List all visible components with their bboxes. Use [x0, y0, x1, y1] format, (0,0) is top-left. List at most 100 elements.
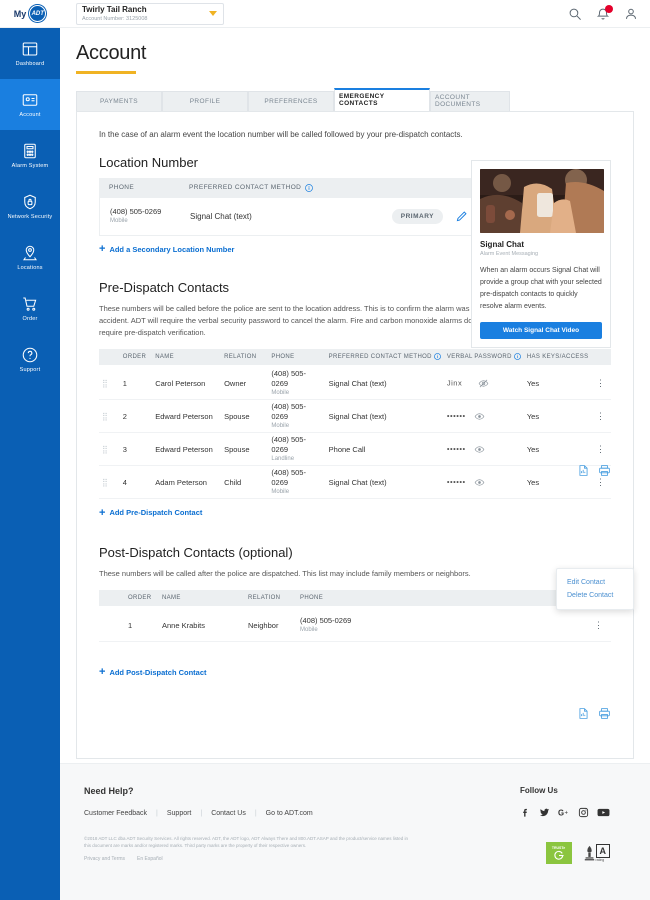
add-pre-dispatch-contact-link[interactable]: + Add Pre-Dispatch Contact: [99, 507, 611, 518]
search-icon[interactable]: [568, 7, 582, 21]
th-relation: RELATION: [221, 348, 269, 367]
page-header: Account: [60, 28, 650, 74]
user-icon[interactable]: [624, 7, 638, 21]
print-icon[interactable]: [598, 464, 611, 477]
bell-icon[interactable]: [596, 5, 613, 21]
export-document-icon[interactable]: [577, 707, 590, 720]
privacy-and-terms-link[interactable]: Privacy and Terms: [84, 856, 125, 862]
drag-handle-icon[interactable]: ⣿: [102, 478, 108, 487]
bbb-torch-icon: [584, 845, 594, 861]
en-espanol-link[interactable]: En Español: [137, 856, 163, 862]
row-menu-icon[interactable]: ⋮: [596, 477, 605, 487]
twitter-icon[interactable]: [539, 807, 550, 821]
divider: |: [200, 810, 203, 817]
pre-dispatch-table-body: ⣿ 1 Carol Peterson Owner (408) 505-0269 …: [99, 364, 611, 499]
row-menu-icon[interactable]: ⋮: [596, 378, 605, 388]
sidebar-item-support[interactable]: Support: [0, 334, 60, 385]
instagram-icon[interactable]: [578, 807, 589, 821]
eye-icon[interactable]: [474, 411, 485, 422]
cart-icon: [21, 295, 39, 313]
cell-relation: Spouse: [221, 399, 269, 433]
bbb-badge[interactable]: A rating: [584, 844, 610, 862]
cell-order: 4: [119, 465, 153, 499]
facebook-icon[interactable]: [520, 807, 531, 821]
follow-us-heading: Follow Us: [520, 786, 558, 795]
export-document-icon[interactable]: [577, 464, 590, 477]
delete-contact-menu-item[interactable]: Delete Contact: [557, 589, 633, 602]
trust-badges: TRUSTe A rating: [545, 842, 610, 864]
question-icon: [21, 346, 39, 364]
sidebar-item-locations[interactable]: Locations: [0, 232, 60, 283]
cell-name: Edward Peterson: [152, 399, 222, 433]
truste-badge[interactable]: TRUSTe: [545, 842, 572, 864]
account-selector[interactable]: Twirly Tail Ranch Account Number: 312500…: [76, 2, 224, 25]
cell-name: Carol Peterson: [152, 364, 222, 400]
location-phone: (408) 505-0269: [110, 206, 162, 216]
drag-handle-icon[interactable]: ⣿: [102, 445, 108, 454]
tab-preferences[interactable]: PREFERENCES: [248, 90, 334, 111]
info-icon-method[interactable]: [433, 353, 441, 360]
info-icon-password[interactable]: [513, 353, 521, 360]
notification-badge: [605, 5, 613, 13]
youtube-icon[interactable]: [597, 807, 610, 821]
row-menu-icon[interactable]: ⋮: [594, 620, 603, 630]
sidebar-item-order[interactable]: Order: [0, 283, 60, 334]
table-header-row: ORDER NAME RELATION PHONE PREFERRED CONT…: [99, 348, 611, 367]
divider: |: [254, 810, 257, 817]
sidebar-item-account[interactable]: Account: [0, 79, 60, 130]
eye-icon[interactable]: [474, 444, 485, 455]
cell-method: Signal Chat (text): [325, 399, 444, 433]
tab-payments[interactable]: PAYMENTS: [76, 90, 162, 111]
row-menu-icon[interactable]: ⋮: [596, 444, 605, 454]
legal-text: ©2018 ADT LLC dba ADT Security Services.…: [84, 836, 408, 848]
map-pin-icon: [21, 244, 39, 262]
cell-name: Edward Peterson: [152, 432, 222, 466]
sidebar-item-dashboard[interactable]: Dashboard: [0, 28, 60, 79]
th-relation: RELATION: [245, 590, 297, 608]
table-row: ⣿ 1 Carol Peterson Owner (408) 505-0269 …: [99, 364, 611, 400]
drag-handle-icon[interactable]: ⣿: [102, 379, 108, 388]
eye-slash-icon[interactable]: [478, 378, 489, 389]
edit-contact-menu-item[interactable]: Edit Contact: [557, 576, 633, 589]
google-plus-icon[interactable]: G +: [558, 807, 570, 821]
cell-phone-type: Mobile: [300, 626, 318, 633]
location-phone-cell: (408) 505-0269 Mobile: [110, 207, 190, 226]
cell-phone-type: Landline: [271, 455, 295, 462]
drag-handle-icon[interactable]: ⣿: [102, 412, 108, 421]
tab-profile[interactable]: PROFILE: [162, 90, 248, 111]
sidebar-item-alarm-system[interactable]: Alarm System: [0, 130, 60, 181]
print-icon[interactable]: [598, 707, 611, 720]
footer-link-go-to-adt[interactable]: Go to ADT.com: [266, 810, 313, 817]
chevron-down-icon[interactable]: [209, 10, 217, 16]
post-dispatch-section: Post-Dispatch Contacts (optional) These …: [99, 545, 611, 719]
adt-logo[interactable]: My ADT: [0, 0, 60, 28]
pre-dispatch-table: ORDER NAME RELATION PHONE PREFERRED CONT…: [99, 348, 611, 499]
post-dispatch-table: ORDER NAME RELATION PHONE 1 Anne Krabits…: [99, 590, 611, 642]
cell-order: 1: [119, 364, 153, 400]
post-dispatch-title: Post-Dispatch Contacts (optional): [99, 545, 293, 560]
cell-password: Jinx: [446, 378, 463, 388]
svg-text:G: G: [558, 809, 564, 818]
th-order: ORDER: [125, 590, 159, 608]
bbb-rating-label: rating: [595, 858, 605, 862]
tab-account-documents[interactable]: ACCOUNT DOCUMENTS: [430, 90, 510, 111]
cell-password: ••••••: [446, 443, 466, 453]
row-menu-icon[interactable]: ⋮: [596, 411, 605, 421]
footer-link-contact-us[interactable]: Contact Us: [211, 810, 246, 817]
footer-link-support[interactable]: Support: [167, 810, 192, 817]
watch-signal-chat-video-button[interactable]: Watch Signal Chat Video: [480, 321, 602, 339]
add-secondary-location-number-link[interactable]: + Add a Secondary Location Number: [99, 244, 479, 255]
th-phone: PHONE: [297, 590, 591, 608]
cell-method: Signal Chat (text): [325, 465, 444, 499]
cell-phone-type: Mobile: [271, 390, 290, 397]
sidebar-item-network-security[interactable]: Network Security: [0, 181, 60, 232]
eye-icon[interactable]: [474, 477, 485, 488]
footer-link-customer-feedback[interactable]: Customer Feedback: [84, 810, 147, 817]
top-bar-actions: [568, 0, 638, 28]
signal-chat-body: When an alarm occurs Signal Chat will pr…: [480, 266, 602, 310]
edit-pencil-icon[interactable]: [455, 210, 468, 223]
info-icon[interactable]: [305, 183, 314, 192]
tab-emergency-contacts[interactable]: EMERGENCY CONTACTS: [334, 87, 430, 111]
th-name: NAME: [159, 590, 245, 608]
add-post-dispatch-contact-link[interactable]: + Add Post-Dispatch Contact: [99, 667, 611, 678]
